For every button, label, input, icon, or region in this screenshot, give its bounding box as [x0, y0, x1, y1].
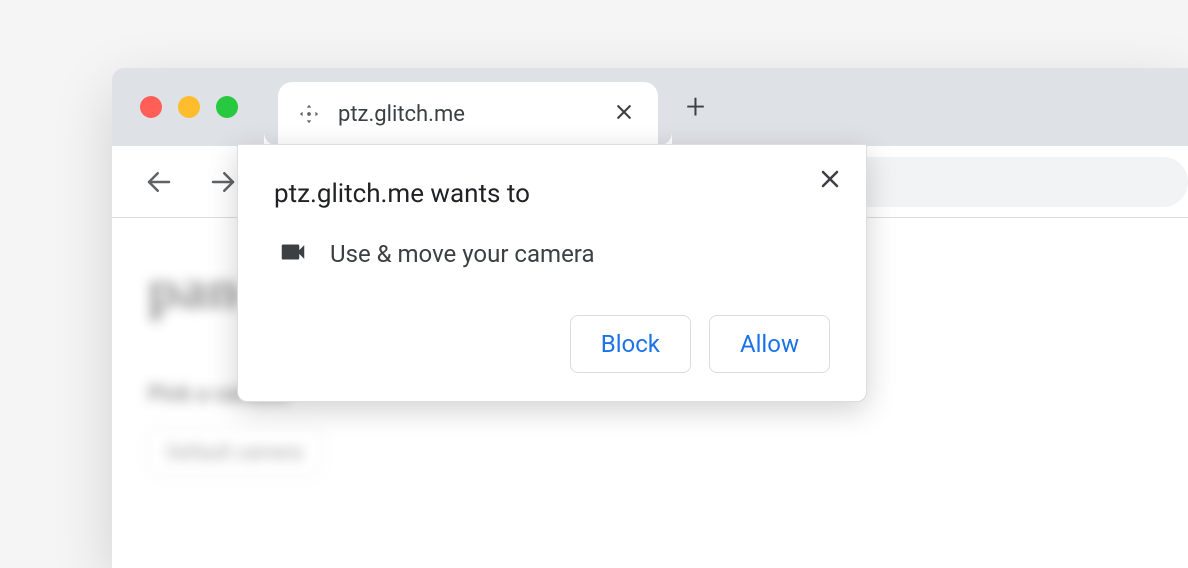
browser-tab[interactable]: ptz.glitch.me: [278, 82, 658, 146]
tab-title: ptz.glitch.me: [338, 102, 592, 127]
window-maximize-button[interactable]: [216, 96, 238, 118]
window-controls: [140, 96, 238, 118]
back-button[interactable]: [144, 167, 174, 197]
window-minimize-button[interactable]: [178, 96, 200, 118]
window-close-button[interactable]: [140, 96, 162, 118]
tab-close-button[interactable]: [610, 97, 638, 131]
permission-text: Use & move your camera: [330, 240, 595, 268]
forward-button[interactable]: [208, 167, 238, 197]
close-icon[interactable]: [818, 167, 842, 195]
new-tab-button[interactable]: +: [686, 90, 705, 124]
allow-button[interactable]: Allow: [709, 315, 830, 373]
camera-icon: [278, 237, 308, 271]
block-button[interactable]: Block: [570, 315, 691, 373]
prompt-buttons: Block Allow: [274, 315, 830, 373]
permission-row: Use & move your camera: [274, 237, 830, 271]
tab-bar: ptz.glitch.me +: [112, 68, 1188, 146]
prompt-title: ptz.glitch.me wants to: [274, 179, 830, 209]
permission-prompt: ptz.glitch.me wants to Use & move your c…: [237, 144, 867, 402]
move-icon: [298, 103, 320, 125]
camera-select[interactable]: Default camera: [148, 427, 322, 477]
